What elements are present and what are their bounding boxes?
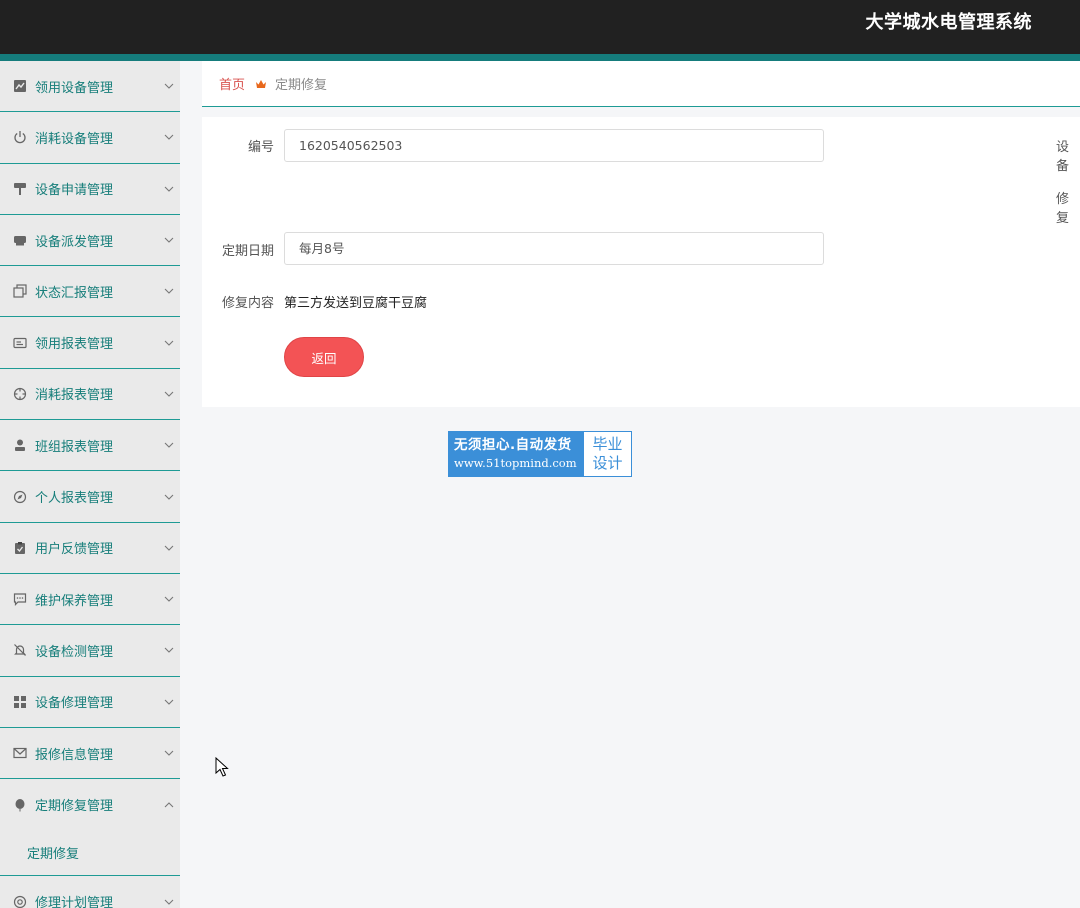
watermark-right-1: 毕业 (592, 435, 623, 453)
sidebar: 领用设备管理 消耗设备管理 设备申请管理 设备派发管理 状态汇报管理 领用报表管… (0, 61, 180, 908)
chevron-down-icon (164, 131, 174, 141)
back-button[interactable]: 返回 (284, 337, 364, 377)
mouse-cursor-icon (215, 756, 229, 777)
sidebar-item-label: 设备修理管理 (35, 696, 114, 712)
chevron-down-icon (164, 80, 174, 90)
schedule-date-label: 定期日期 (221, 244, 274, 259)
sidebar-item-label: 状态汇报管理 (35, 285, 114, 301)
sidebar-item-label: 消耗设备管理 (35, 131, 114, 147)
bell-off-icon (12, 643, 27, 658)
sidebar-item-maintenance[interactable]: 维护保养管理 (0, 574, 180, 626)
sidebar-subitem-label: 定期修复 (27, 847, 80, 863)
sidebar-item-user-feedback[interactable]: 用户反馈管理 (0, 523, 180, 574)
sidebar-item-scheduled-repair[interactable]: 定期修复管理 (0, 779, 180, 830)
sidebar-item-label: 设备派发管理 (35, 234, 114, 250)
chevron-down-icon (164, 285, 174, 295)
clipboard-icon (12, 540, 27, 555)
chart-icon (12, 79, 27, 94)
sidebar-item-team-report[interactable]: 班组报表管理 (0, 420, 180, 472)
watermark-badge: 无须担心.自动发货 www.51topmind.com 毕业 设计 (448, 431, 632, 477)
sidebar-item-label: 定期修复管理 (35, 799, 114, 815)
chevron-down-icon (164, 388, 174, 398)
sidebar-item-label: 设备检测管理 (35, 644, 114, 660)
chevron-down-icon (164, 183, 174, 193)
help-icon (12, 894, 27, 908)
id-card-icon (12, 335, 27, 350)
paint-roller-icon (12, 181, 27, 196)
chevron-down-icon (164, 896, 174, 906)
sidebar-item-label: 修理计划管理 (35, 896, 114, 908)
crosshair-icon (12, 386, 27, 401)
balloon-icon (12, 797, 27, 812)
sidebar-item-lingyong-report[interactable]: 领用报表管理 (0, 317, 180, 369)
sidebar-item-label: 个人报表管理 (35, 491, 114, 507)
sidebar-item-lingyong-equipment[interactable]: 领用设备管理 (0, 61, 180, 113)
watermark-line-2: www.51topmind.com (454, 456, 577, 470)
sidebar-item-equipment-inspection[interactable]: 设备检测管理 (0, 625, 180, 677)
id-label: 编号 (247, 140, 274, 155)
sidebar-item-equipment-repair[interactable]: 设备修理管理 (0, 677, 180, 728)
printer-icon (12, 233, 27, 248)
schedule-date-field[interactable]: 每月8号 (284, 232, 824, 265)
chevron-down-icon (164, 439, 174, 449)
chevron-down-icon (164, 491, 174, 501)
sidebar-subitem-scheduled-repair[interactable]: 定期修复 (0, 830, 180, 877)
watermark-line-1: 无须担心.自动发货 (454, 437, 572, 453)
sidebar-item-consumption-equipment[interactable]: 消耗设备管理 (0, 112, 180, 164)
sidebar-item-repair-plan[interactable]: 修理计划管理 (0, 876, 180, 908)
compass-icon (12, 489, 27, 504)
sidebar-item-repair-info[interactable]: 报修信息管理 (0, 728, 180, 780)
sidebar-item-equipment-dispatch[interactable]: 设备派发管理 (0, 215, 180, 267)
watermark-right: 毕业 设计 (584, 432, 631, 476)
chevron-down-icon (164, 644, 174, 654)
power-icon (12, 130, 27, 145)
sidebar-item-status-report[interactable]: 状态汇报管理 (0, 266, 180, 318)
sidebar-item-label: 维护保养管理 (35, 593, 114, 609)
breadcrumb-home-link[interactable]: 首页 (219, 74, 245, 93)
copy-icon (12, 284, 27, 299)
sidebar-item-label: 设备申请管理 (35, 183, 114, 199)
breadcrumb-current: 定期修复 (275, 78, 328, 93)
crown-icon (255, 78, 267, 90)
chevron-down-icon (164, 542, 174, 552)
sidebar-item-label: 用户反馈管理 (35, 542, 114, 558)
detail-form: 编号 1620540562503 定期日期 每月8号 修复内容 第三方发送到豆腐… (202, 117, 1080, 407)
top-bar-accent-stripe (0, 54, 1080, 61)
repair-content-value: 第三方发送到豆腐干豆腐 (284, 296, 428, 311)
chevron-down-icon (164, 593, 174, 603)
sidebar-item-personal-report[interactable]: 个人报表管理 (0, 471, 180, 523)
watermark-left: 无须担心.自动发货 www.51topmind.com (449, 432, 584, 476)
chevron-up-icon (164, 799, 174, 809)
equipment-label: 设备 (1056, 140, 1070, 174)
app-title: 大学城水电管理系统 (865, 12, 1032, 33)
chevron-down-icon (164, 696, 174, 706)
grid-icon (12, 694, 27, 709)
mail-icon (12, 746, 27, 761)
top-bar: 大学城水电管理系统 (0, 0, 1080, 54)
user-icon (12, 438, 27, 453)
id-field[interactable]: 1620540562503 (284, 129, 824, 162)
watermark-right-2: 设计 (592, 454, 623, 472)
sidebar-item-equipment-request[interactable]: 设备申请管理 (0, 164, 180, 215)
chat-icon (12, 592, 27, 607)
repair-label: 修复 (1056, 192, 1070, 226)
sidebar-item-label: 报修信息管理 (35, 747, 114, 763)
sidebar-item-label: 领用报表管理 (35, 337, 114, 353)
sidebar-item-label: 班组报表管理 (35, 439, 114, 455)
sidebar-item-consumption-report[interactable]: 消耗报表管理 (0, 369, 180, 421)
sidebar-item-label: 领用设备管理 (35, 80, 114, 96)
chevron-down-icon (164, 234, 174, 244)
chevron-down-icon (164, 747, 174, 757)
sidebar-item-label: 消耗报表管理 (35, 388, 114, 404)
repair-content-label: 修复内容 (221, 296, 274, 311)
breadcrumb: 首页 定期修复 (202, 61, 1080, 107)
chevron-down-icon (164, 337, 174, 347)
